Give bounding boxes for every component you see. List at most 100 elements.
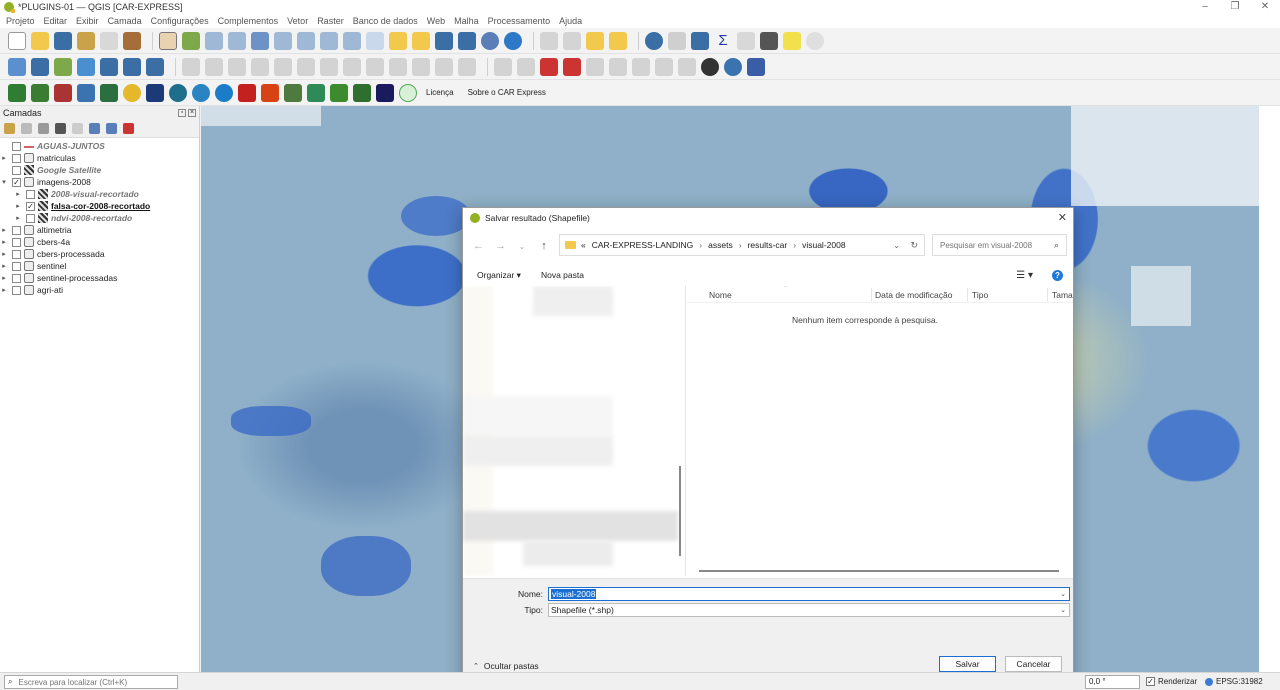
search-input[interactable]	[938, 239, 1048, 251]
column-tamanho[interactable]: Taman	[1052, 290, 1073, 300]
save-as-icon[interactable]	[77, 31, 95, 50]
label-rotate-icon[interactable]	[609, 57, 627, 76]
layer-visibility-checkbox[interactable]: ✓	[12, 177, 21, 187]
layer-item[interactable]: ▸ matriculas	[0, 152, 199, 164]
cancel-button[interactable]: Cancelar	[1005, 656, 1062, 672]
layer-item[interactable]: ▸ 2008-visual-recortado	[0, 188, 199, 200]
hide-folders-toggle[interactable]: ⌃ Ocultar pastas	[473, 661, 539, 671]
locate-icon[interactable]	[806, 31, 824, 50]
modify-attributes-icon[interactable]	[320, 57, 338, 76]
layer-visibility-checkbox[interactable]: ✓	[26, 201, 35, 211]
expand-arrow-icon[interactable]: ▸	[14, 202, 22, 210]
layer-visibility-checkbox[interactable]	[12, 225, 21, 235]
diagram-icon[interactable]	[678, 57, 696, 76]
layer-item[interactable]: ▸ agri-ati	[0, 284, 199, 296]
car-plugin-6-icon[interactable]	[123, 83, 141, 102]
chevron-down-icon[interactable]: ⌄	[1060, 606, 1066, 614]
menu-banco-de-dados[interactable]: Banco de dados	[353, 16, 418, 26]
label-tool-icon[interactable]	[494, 57, 512, 76]
up-arrow-icon[interactable]: ↑	[539, 240, 549, 252]
add-wms-icon[interactable]	[100, 57, 118, 76]
globe-plugin-icon[interactable]	[701, 57, 719, 76]
settings-gear-icon[interactable]	[691, 31, 709, 50]
panel-float-icon[interactable]: ▫	[178, 109, 186, 117]
expand-arrow-icon[interactable]: ▸	[0, 154, 8, 162]
expand-arrow-icon[interactable]: ▾	[0, 178, 8, 186]
layer-visibility-checkbox[interactable]	[12, 237, 21, 247]
layer-visibility-checkbox[interactable]	[12, 141, 21, 151]
zoom-last-icon[interactable]	[343, 31, 361, 50]
edit-pencil-icon[interactable]	[205, 57, 223, 76]
filter-expression-icon[interactable]	[72, 123, 83, 134]
layer-visibility-checkbox[interactable]	[12, 273, 21, 283]
expand-arrow-icon[interactable]: ▸	[0, 238, 8, 246]
car-plugin-15-icon[interactable]	[330, 83, 348, 102]
car-plugin-10-icon[interactable]	[215, 83, 233, 102]
identify-icon[interactable]	[645, 31, 663, 50]
column-tipo[interactable]: Tipo	[972, 290, 988, 300]
zoom-in-icon[interactable]	[205, 31, 223, 50]
layer-item[interactable]: ▸ ndvi-2008-recortado	[0, 212, 199, 224]
field-calculator-icon[interactable]	[737, 31, 755, 50]
expand-arrow-icon[interactable]: ▸	[14, 214, 22, 222]
expand-all-icon[interactable]	[89, 123, 100, 134]
save-project-icon[interactable]	[54, 31, 72, 50]
python-console-icon[interactable]	[724, 57, 742, 76]
zoom-full-icon[interactable]	[251, 31, 269, 50]
layer-visibility-checkbox[interactable]	[12, 165, 21, 175]
back-arrow-icon[interactable]: ←	[473, 240, 484, 252]
filename-value[interactable]: visual-2008	[551, 589, 597, 599]
save-edits-icon[interactable]	[228, 57, 246, 76]
path-segment-2[interactable]: assets	[708, 240, 733, 250]
select-by-value-icon[interactable]	[609, 31, 627, 50]
copy-icon[interactable]	[389, 57, 407, 76]
bookmark-icon[interactable]	[435, 31, 453, 50]
car-plugin-5-icon[interactable]	[100, 83, 118, 102]
collapse-all-icon[interactable]	[106, 123, 117, 134]
style-manager-icon[interactable]	[123, 31, 141, 50]
pan-to-selection-icon[interactable]	[182, 31, 200, 50]
layer-item[interactable]: ▸ cbers-4a	[0, 236, 199, 248]
car-plugin-17-icon[interactable]	[376, 83, 394, 102]
zoom-out-icon[interactable]	[228, 31, 246, 50]
layer-visibility-checkbox[interactable]	[26, 213, 35, 223]
open-project-icon[interactable]	[31, 31, 49, 50]
add-vector-icon[interactable]	[54, 57, 72, 76]
menu-raster[interactable]: Raster	[317, 16, 344, 26]
refresh-icon[interactable]: ↻	[910, 240, 918, 251]
label-change-icon[interactable]	[632, 57, 650, 76]
toggle-edit-icon[interactable]	[182, 57, 200, 76]
layer-item[interactable]: AGUAS-JUNTOS	[0, 140, 199, 152]
crs-button[interactable]: EPSG:31982	[1205, 677, 1263, 686]
layer-visibility-checkbox[interactable]	[12, 261, 21, 271]
help-icon[interactable]: ?	[1052, 269, 1063, 281]
car-plugin-7-icon[interactable]	[146, 83, 164, 102]
vertex-tool-icon[interactable]	[274, 57, 292, 76]
car-plugin-1-icon[interactable]	[8, 83, 26, 102]
column-data-modificacao[interactable]: Data de modificação	[875, 290, 953, 300]
path-segment-4[interactable]: visual-2008	[802, 240, 845, 250]
menu-vetor[interactable]: Vetor	[287, 16, 308, 26]
forward-arrow-icon[interactable]: →	[495, 240, 506, 252]
search-icon[interactable]: ⌕	[1054, 240, 1059, 251]
menu-projeto[interactable]: Projeto	[6, 16, 35, 26]
expand-arrow-icon[interactable]: ▸	[0, 226, 8, 234]
layer-item[interactable]: ▸ cbers-processada	[0, 248, 199, 260]
filter-legend-icon[interactable]	[55, 123, 66, 134]
deselect-icon[interactable]	[586, 31, 604, 50]
zoom-selection-icon[interactable]	[274, 31, 292, 50]
filetype-select[interactable]: Shapefile (*.shp) ⌄	[548, 603, 1070, 617]
menu-web[interactable]: Web	[427, 16, 445, 26]
paste-icon[interactable]	[412, 57, 430, 76]
save-button[interactable]: Salvar	[939, 656, 996, 672]
recent-dropdown-icon[interactable]: ⌄	[517, 242, 527, 251]
pan-hand-icon[interactable]	[159, 31, 177, 50]
menu-camada[interactable]: Camada	[108, 16, 142, 26]
attribute-table-icon[interactable]	[668, 31, 686, 50]
car-plugin-18-icon[interactable]	[399, 83, 417, 102]
identify-features-icon[interactable]	[540, 31, 558, 50]
menu-malha[interactable]: Malha	[454, 16, 479, 26]
zoom-native-icon[interactable]	[320, 31, 338, 50]
layer-item[interactable]: Google Satellite	[0, 164, 199, 176]
chevron-down-icon[interactable]: ⌄	[1060, 590, 1066, 598]
